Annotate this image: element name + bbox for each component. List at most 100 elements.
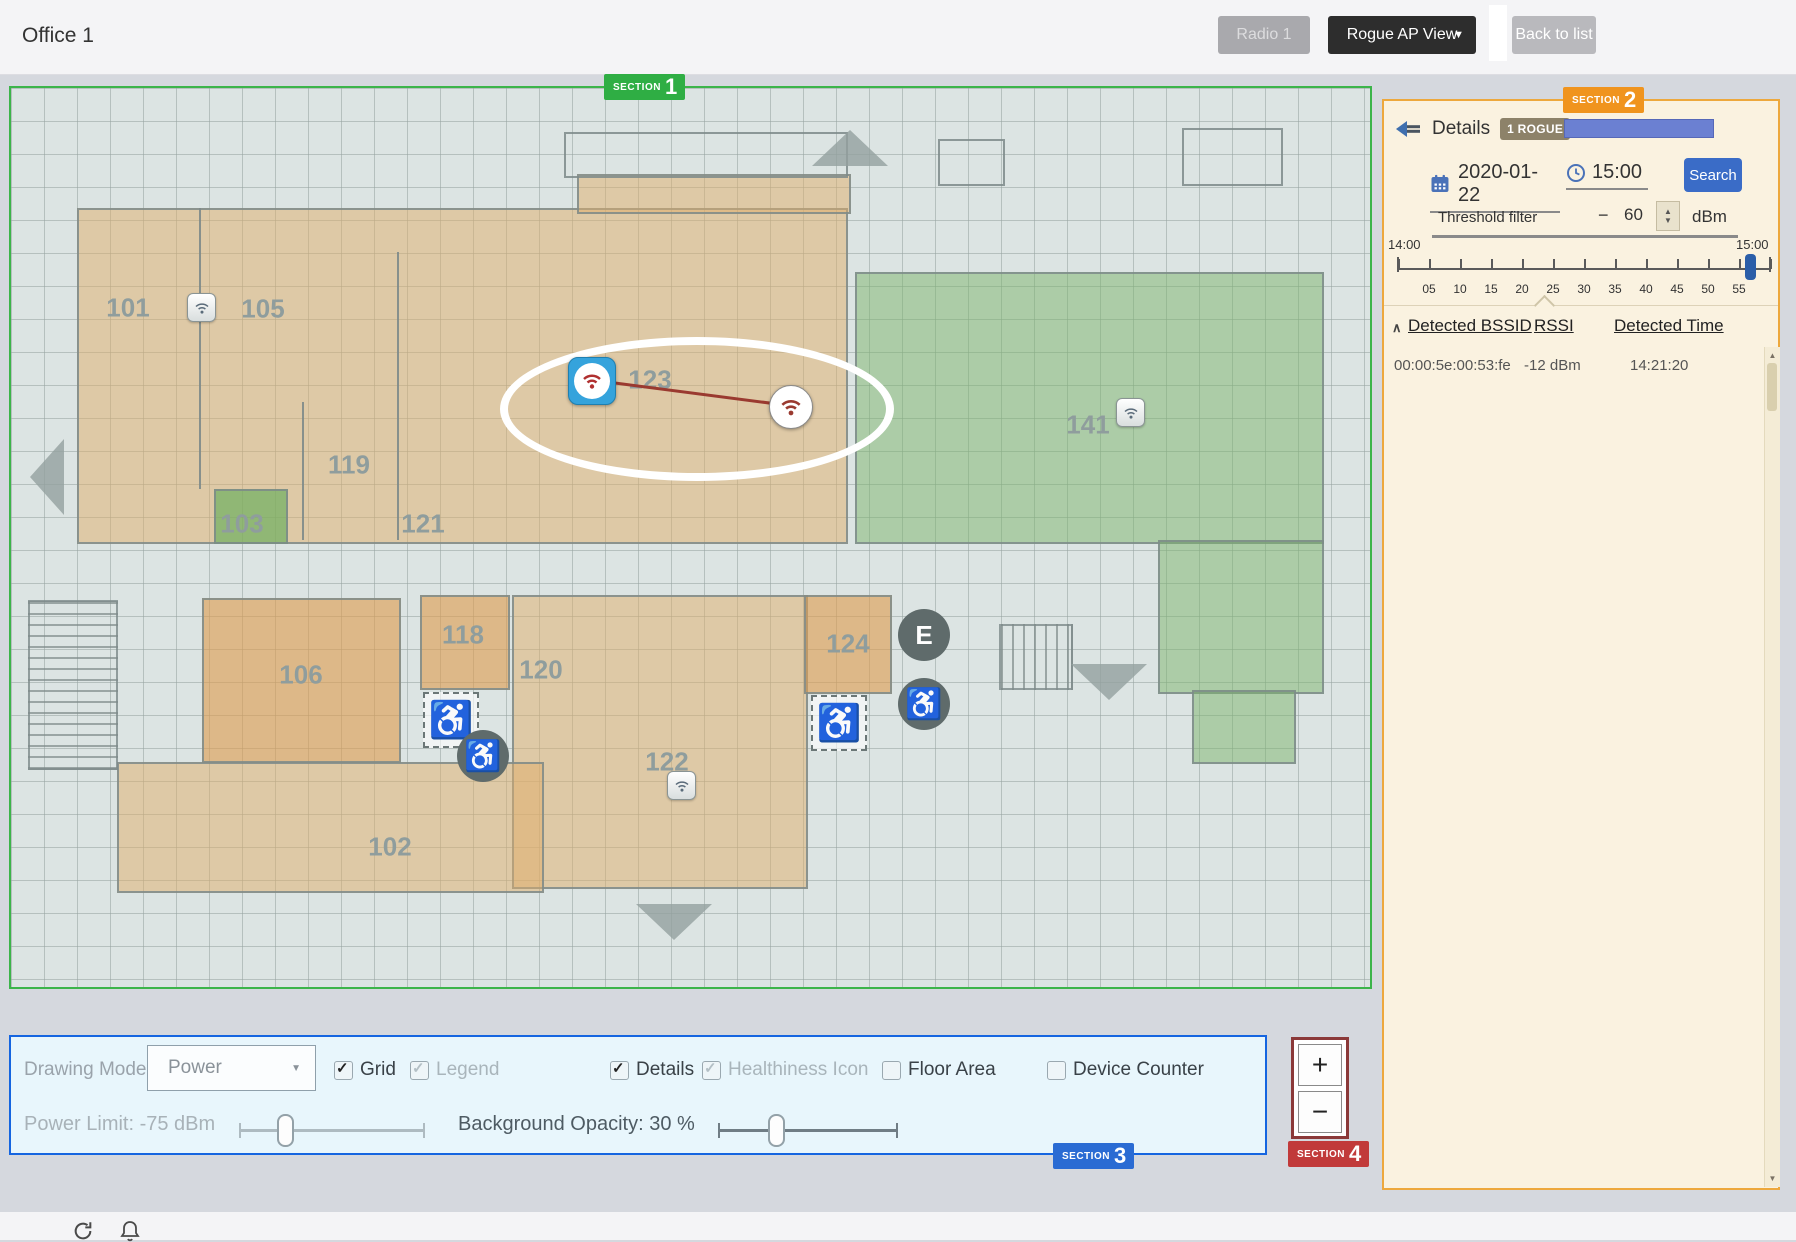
page-title: Office 1: [22, 24, 94, 48]
back-to-list-button[interactable]: Back to list: [1512, 16, 1596, 54]
arrow-left-icon: [30, 439, 64, 515]
drawing-mode-value: Power: [168, 1057, 222, 1079]
hallway-outline: [564, 132, 848, 178]
selection-bar[interactable]: [1564, 119, 1714, 138]
room-label-120: 120: [519, 655, 562, 686]
arrow-down-icon: [1071, 664, 1147, 700]
tick-label: 20: [1510, 282, 1534, 296]
map-controls-panel: Drawing Mode: Power ▼ Grid Legend Detail…: [9, 1035, 1267, 1155]
back-arrow-icon[interactable]: [1396, 119, 1422, 139]
background-opacity-slider-handle[interactable]: [768, 1114, 785, 1147]
checkbox-healthiness-icon[interactable]: Healthiness Icon: [702, 1059, 868, 1081]
timeline-end-cap: [1397, 257, 1399, 272]
zoom-in-button[interactable]: +: [1298, 1044, 1342, 1086]
section-1-badge: SECTION1: [604, 74, 685, 100]
search-button[interactable]: Search: [1684, 158, 1742, 192]
scrollbar-thumb[interactable]: [1767, 363, 1777, 411]
refresh-icon[interactable]: [72, 1220, 94, 1242]
floor-plan-map[interactable]: ♿ ♿ ♿ ♿ E 101 105 123 119 103 121 141 11…: [9, 86, 1372, 989]
top-bar: Office 1 Radio 1 Rogue AP View ▼ Back to…: [0, 0, 1796, 75]
power-limit-label: Power Limit: -75 dBm: [24, 1113, 215, 1136]
room-label-106: 106: [279, 660, 322, 691]
view-mode-dropdown[interactable]: Rogue AP View ▼: [1328, 16, 1476, 54]
threshold-spinner[interactable]: ▲▼: [1656, 201, 1680, 231]
tick-label: 10: [1448, 282, 1472, 296]
tick-label: 45: [1665, 282, 1689, 296]
scrollbar[interactable]: ▲ ▼: [1764, 347, 1780, 1187]
checkbox-box: [702, 1061, 721, 1080]
access-point-icon[interactable]: [667, 771, 696, 800]
drawing-mode-label: Drawing Mode:: [24, 1059, 152, 1081]
access-point-icon[interactable]: [1116, 398, 1145, 427]
power-limit-slider-handle[interactable]: [277, 1114, 294, 1147]
room-label-105: 105: [241, 294, 284, 325]
tick-label: 15: [1479, 282, 1503, 296]
cell-bssid: 00:00:5e:00:53:fe: [1394, 357, 1511, 374]
checkbox-box: [334, 1061, 353, 1080]
background-opacity-slider[interactable]: [718, 1129, 898, 1132]
bell-icon[interactable]: [120, 1220, 140, 1242]
threshold-value-input[interactable]: 60: [1624, 205, 1643, 225]
tick-label: 25: [1541, 282, 1565, 296]
time-value: 15:00: [1592, 161, 1642, 184]
scroll-down-icon[interactable]: ▼: [1765, 1174, 1780, 1183]
rogue-access-point-icon[interactable]: [769, 385, 813, 429]
threshold-label: Threshold filter: [1438, 209, 1537, 226]
calendar-icon: [1430, 174, 1450, 194]
power-limit-slider[interactable]: [239, 1129, 425, 1132]
column-header-rssi[interactable]: RSSI: [1534, 316, 1574, 336]
arrow-down-icon: [636, 904, 712, 940]
wifi-icon: [1122, 404, 1140, 422]
drawing-mode-select[interactable]: Power ▼: [147, 1045, 316, 1091]
tick-label: 40: [1634, 282, 1658, 296]
room-label-102: 102: [368, 832, 411, 863]
timeline-start-label: 14:00: [1388, 237, 1421, 252]
threshold-sign: −: [1598, 205, 1609, 226]
checkbox-details[interactable]: Details: [610, 1059, 694, 1081]
stairs-right: [999, 624, 1073, 690]
cell-time: 14:21:20: [1630, 357, 1688, 374]
room-141-area-lower: [1158, 540, 1324, 694]
room-141-area: [855, 272, 1324, 544]
room-120-122-area: [512, 595, 808, 889]
building-upper-extension: [577, 174, 851, 214]
wheelchair-icon: ♿: [457, 730, 509, 782]
timeline-handle[interactable]: [1745, 254, 1756, 280]
timeline-end-label: 15:00: [1736, 237, 1769, 252]
wifi-icon: [193, 299, 211, 317]
column-header-detected-time[interactable]: Detected Time: [1614, 316, 1724, 336]
arrow-up-icon: [812, 130, 888, 166]
tick-label: 35: [1603, 282, 1627, 296]
timeline-end-cap: [1769, 257, 1771, 272]
timeline-track[interactable]: [1398, 268, 1770, 270]
sort-ascending-icon[interactable]: ∧: [1392, 320, 1402, 336]
tick-label: 05: [1417, 282, 1441, 296]
section-2-badge: SECTION2: [1563, 87, 1644, 113]
scroll-up-icon[interactable]: ▲: [1765, 351, 1780, 360]
wifi-icon: [778, 394, 804, 420]
access-point-icon[interactable]: [187, 293, 216, 322]
column-header-bssid[interactable]: Detected BSSID: [1408, 316, 1532, 336]
chevron-down-icon: ▼: [1453, 29, 1464, 41]
checkbox-device-counter[interactable]: Device Counter: [1047, 1059, 1204, 1081]
bottom-toolbar: [0, 1212, 1796, 1240]
structure-outline: [1182, 128, 1283, 186]
checkbox-legend[interactable]: Legend: [410, 1059, 499, 1081]
rogue-count-badge: 1 ROGUE: [1500, 118, 1570, 140]
rogue-details-panel: Details 1 ROGUE 2020-01-22 15:00 Search …: [1382, 99, 1780, 1190]
zoom-out-button[interactable]: −: [1298, 1091, 1342, 1133]
wall-segment: [199, 208, 201, 489]
section-3-badge: SECTION3: [1053, 1143, 1134, 1169]
clock-icon: [1566, 163, 1586, 183]
detecting-access-point-icon[interactable]: [568, 357, 616, 405]
time-field[interactable]: 15:00: [1566, 161, 1648, 190]
zoom-controls: + −: [1291, 1037, 1349, 1139]
wall-segment: [302, 402, 304, 540]
divider: [1489, 5, 1507, 61]
checkbox-grid[interactable]: Grid: [334, 1059, 396, 1081]
checkbox-box: [610, 1061, 629, 1080]
checkbox-box: [1047, 1061, 1066, 1080]
checkbox-floor-area[interactable]: Floor Area: [882, 1059, 996, 1081]
radio-1-button[interactable]: Radio 1: [1218, 16, 1310, 54]
rogue-highlight-ellipse: [500, 337, 894, 481]
